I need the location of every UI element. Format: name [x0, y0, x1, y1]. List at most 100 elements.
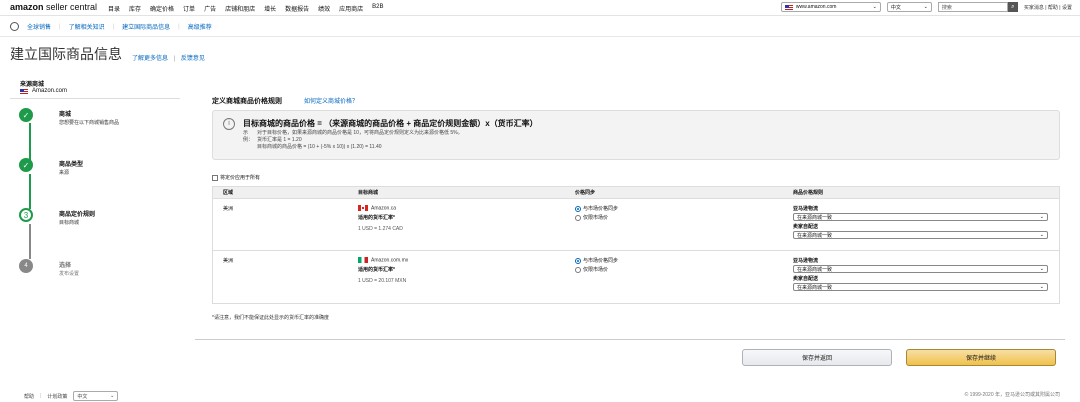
sync-market-radio[interactable]: 与市场价格同步 — [575, 257, 618, 264]
mexico-flag-icon — [358, 257, 368, 263]
apply-all-checkbox[interactable]: 将定价应用于所有 — [212, 174, 260, 181]
price-rules: 亚马逊物流 在来源商城一致 ⌄ 卖家自配送 在来源商城一致 ⌄ — [793, 257, 1048, 293]
target-market: Amazon.ca 适用的货币汇率* 1 USD = 1.274 CAD — [358, 205, 403, 232]
language-select[interactable]: 中文 ⌄ — [886, 2, 932, 12]
check-icon: ✓ — [19, 158, 33, 172]
nav-item[interactable]: 应用商店 — [339, 4, 363, 13]
seller-central-logo[interactable]: amazon seller central — [10, 2, 97, 12]
top-links[interactable]: 买家消息 | 帮助 | 设置 — [1024, 4, 1072, 11]
step-desc: 发布设置 — [59, 271, 80, 277]
table-row: 美洲 Amazon.com.mx 适用的货币汇率* 1 USD = 20.107… — [213, 251, 1059, 303]
divider: | — [173, 56, 176, 62]
fbm-label: 卖家自配送 — [793, 276, 819, 282]
search-input[interactable]: 搜索 — [937, 2, 1008, 12]
canada-flag-icon — [358, 205, 368, 211]
how-to-define-link[interactable]: 如何定义商城价格？ — [304, 96, 358, 105]
price-rules: 亚马逊物流 在来源商城一致 ⌄ 卖家自配送 在来源商城一致 ⌄ — [793, 205, 1048, 241]
nav-item[interactable]: 店铺和朋店 — [225, 4, 255, 13]
subnav-global-selling[interactable]: 全球销售 — [27, 22, 51, 31]
radio[interactable] — [575, 266, 581, 273]
radio-selected[interactable] — [575, 257, 581, 264]
example-line: 对于目标价格，如果来源商城的商品价格是 10，可将商品定价规则定义为比来源价格低… — [257, 130, 463, 136]
nav-item[interactable]: 数据报告 — [285, 4, 309, 13]
feedback-link[interactable]: 反馈意见 — [181, 56, 205, 62]
nav-item[interactable]: 目录 — [108, 4, 120, 13]
radio-selected[interactable] — [575, 205, 581, 212]
region: 美洲 — [223, 206, 234, 212]
market-only-radio[interactable]: 仅限市场价 — [575, 266, 618, 273]
fba-rule-select[interactable]: 在来源商城一致 ⌄ — [793, 213, 1048, 221]
main-menu: 目录 库存 确定价格 订单 广告 店铺和朋店 增长 数据报告 绩效 应用商店 B2B — [108, 4, 384, 13]
page-title: 建立国际商品信息 — [10, 46, 122, 62]
search-icon[interactable]: ⌕ — [1007, 2, 1018, 12]
select-value: 在来源商城一致 — [797, 214, 833, 221]
step-desc: 目标商城 — [59, 220, 80, 226]
select-value: 在来源商城一致 — [797, 284, 833, 291]
nav-item[interactable]: 订单 — [183, 4, 195, 13]
fbm-rule-select[interactable]: 在来源商城一致 ⌄ — [793, 231, 1048, 239]
checkbox-label: 将定价应用于所有 — [220, 175, 261, 181]
policy-link[interactable]: 计划政策 — [47, 393, 67, 400]
select-value: 在来源商城一致 — [797, 266, 833, 273]
marketplace-select[interactable]: www.amazon.com ⌄ — [780, 2, 881, 12]
price-sync: 与市场价格同步 仅限市场价 — [575, 257, 618, 275]
source-market-label: 来源商城 — [20, 82, 45, 88]
subnav-build-listings[interactable]: 建立国际商品信息 — [122, 22, 170, 31]
chevron-down-icon: ⌄ — [872, 4, 877, 10]
save-and-back-button[interactable]: 保存并返回 — [742, 349, 892, 366]
exchange-rate: 1 USD = 20.107 MXN — [358, 278, 407, 285]
info-icon: i — [223, 118, 235, 130]
radio[interactable] — [575, 214, 581, 221]
step-connector — [29, 174, 31, 209]
step-label: 选择 — [59, 263, 72, 269]
step-desc: 您想要在以下商城销售商品 — [59, 120, 120, 126]
chevron-down-icon: ⌄ — [1039, 266, 1044, 272]
save-and-continue-button[interactable]: 保存并继续 — [906, 349, 1056, 366]
title-links: 了解更多信息 | 反馈意见 — [132, 53, 205, 62]
column-header: 商品价格规则 — [793, 190, 824, 196]
divider: | — [40, 393, 42, 399]
select-value: 在来源商城一致 — [797, 232, 833, 239]
footer-language-select[interactable]: 中文 ⌄ — [73, 391, 119, 401]
info-box: i 目标商城的商品价格 = （来源商城的商品价格 + 商品定价规则金额）x（货币… — [212, 110, 1060, 160]
radio-label: 与市场价格同步 — [583, 206, 619, 212]
fbm-rule-select[interactable]: 在来源商城一致 ⌄ — [793, 283, 1048, 291]
divider: | — [59, 23, 61, 30]
learn-more-link[interactable]: 了解更多信息 — [132, 56, 168, 62]
chevron-down-icon: ⌄ — [1039, 232, 1044, 238]
help-link[interactable]: 帮助 — [24, 393, 34, 400]
example-line: 目标商城的商品价格 = (10 + (-5% x 10)) x (1.20) =… — [257, 144, 382, 150]
subnav-recommendations[interactable]: 高级推荐 — [188, 22, 212, 31]
step-connector — [29, 224, 31, 259]
table-header: 区域 目标商城 价格同步 商品价格规则 — [213, 187, 1059, 199]
fba-rule-select[interactable]: 在来源商城一致 ⌄ — [793, 265, 1048, 273]
top-navigation: amazon seller central 目录 库存 确定价格 订单 广告 店铺和朋店增… — [0, 0, 1080, 16]
us-flag-icon — [784, 4, 793, 10]
nav-item[interactable]: 广告 — [204, 4, 216, 13]
pricing-table: 区域 目标商城 价格同步 商品价格规则 美洲 Amazon.ca 适用的货币汇率… — [212, 186, 1060, 304]
subnav-learn[interactable]: 了解相关知识 — [69, 22, 105, 31]
table-row: 美洲 Amazon.ca 适用的货币汇率* 1 USD = 1.274 CAD … — [213, 199, 1059, 251]
us-flag-icon — [20, 88, 28, 94]
nav-item[interactable]: 绩效 — [318, 4, 330, 13]
nav-item[interactable]: 增长 — [264, 4, 276, 13]
language-value: 中文 — [890, 4, 901, 11]
nav-item[interactable]: B2B — [372, 4, 383, 13]
check-icon: ✓ — [19, 108, 33, 122]
sync-market-radio[interactable]: 与市场价格同步 — [575, 205, 618, 212]
radio-label: 仅限市场价 — [583, 267, 609, 273]
market-only-radio[interactable]: 仅限市场价 — [575, 214, 618, 221]
nav-item[interactable]: 库存 — [129, 4, 141, 13]
top-right-controls: www.amazon.com ⌄ 中文 ⌄ 搜索 ⌕ 买家消息 | 帮助 | 设… — [780, 2, 1072, 12]
divider — [195, 339, 1065, 340]
divider: | — [178, 23, 180, 30]
nav-item[interactable]: 确定价格 — [150, 4, 174, 13]
footer: 帮助 | 计划政策 中文 ⌄ © 1999-2020 年，亚马逊公司或其附属公司 — [0, 386, 1080, 402]
chevron-down-icon: ⌄ — [110, 393, 115, 399]
target-market: Amazon.com.mx 适用的货币汇率* 1 USD = 20.107 MX… — [358, 257, 408, 284]
price-sync: 与市场价格同步 仅限市场价 — [575, 205, 618, 223]
checkbox[interactable] — [212, 174, 218, 181]
section-title: 定义商城商品价格规则 — [212, 98, 282, 105]
price-formula: 目标商城的商品价格 = （来源商城的商品价格 + 商品定价规则金额）x（货币汇率… — [243, 119, 538, 128]
region: 美洲 — [223, 258, 234, 264]
